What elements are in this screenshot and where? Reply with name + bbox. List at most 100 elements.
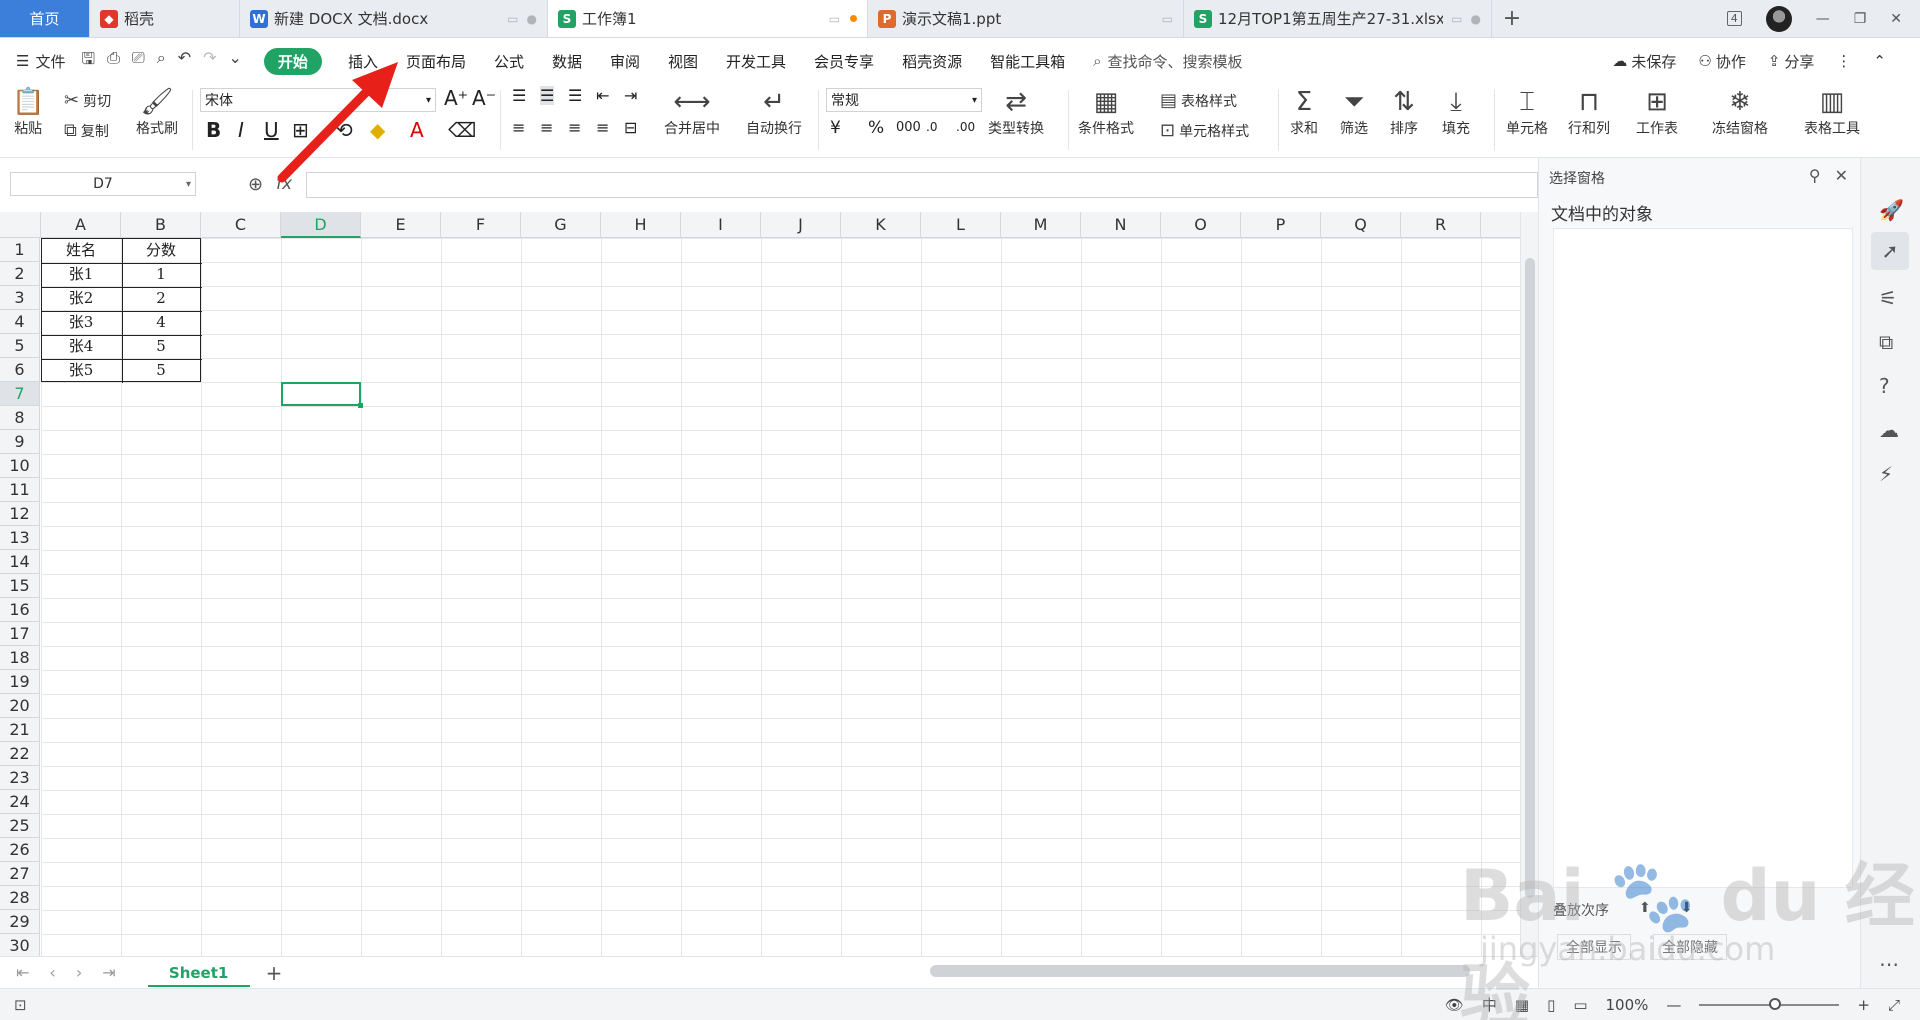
row-header-17[interactable]: 17 <box>0 622 40 646</box>
export-pdf-icon[interactable]: ⎙ <box>107 48 120 75</box>
collapse-ribbon-icon[interactable]: ⌃ <box>1873 52 1886 70</box>
justify-icon[interactable]: ≡ <box>596 118 609 137</box>
paste-button[interactable]: 📋 粘贴 <box>12 88 44 138</box>
tab-daoke[interactable]: ◆ 稻壳 <box>90 0 240 37</box>
column-header-p[interactable]: P <box>1241 212 1321 238</box>
italic-icon[interactable]: I <box>238 118 244 142</box>
scroll-thumb[interactable] <box>1525 258 1535 898</box>
wrap-text-button[interactable]: ↵ 自动换行 <box>746 88 802 138</box>
table-header-cell[interactable]: 分数 <box>121 238 201 262</box>
font-shrink-icon[interactable]: A⁻ <box>472 86 496 110</box>
active-cell-d7[interactable] <box>281 382 363 408</box>
tab-docx[interactable]: W 新建 DOCX 文档.docx ▭ ● <box>240 0 548 37</box>
row-header-29[interactable]: 29 <box>0 910 40 934</box>
tab-view[interactable]: 视图 <box>668 51 698 72</box>
row-header-1[interactable]: 1 <box>0 238 40 262</box>
cell-button[interactable]: ⌶ 单元格 <box>1506 88 1548 138</box>
column-header-b[interactable]: B <box>121 212 201 238</box>
select-all-corner[interactable] <box>0 212 41 238</box>
row-col-button[interactable]: ⊓ 行和列 <box>1568 88 1610 138</box>
increase-indent-icon[interactable]: ⇥ <box>624 86 637 105</box>
merge-center-button[interactable]: ⟷ 合并居中 <box>664 88 720 138</box>
percent-icon[interactable]: % <box>868 118 884 138</box>
redo-icon[interactable]: ↷ <box>203 48 216 75</box>
row-header-22[interactable]: 22 <box>0 742 40 766</box>
next-sheet-icon[interactable]: › <box>76 963 82 982</box>
align-top-icon[interactable]: ☰ <box>512 86 526 105</box>
file-menu-button[interactable]: ☰ 文件 <box>16 51 65 72</box>
row-header-18[interactable]: 18 <box>0 646 40 670</box>
unsaved-button[interactable]: ☁ 未保存 <box>1612 51 1676 72</box>
tab-smart-toolbox[interactable]: 智能工具箱 <box>990 51 1065 72</box>
column-header-o[interactable]: O <box>1161 212 1241 238</box>
float-icon[interactable]: ▭ <box>507 12 518 26</box>
row-header-13[interactable]: 13 <box>0 526 40 550</box>
align-left-icon[interactable]: ≡ <box>512 118 525 137</box>
row-header-30[interactable]: 30 <box>0 934 40 956</box>
column-header-k[interactable]: K <box>841 212 921 238</box>
column-header-e[interactable]: E <box>361 212 441 238</box>
print-preview-icon[interactable]: ⌕ <box>157 48 166 75</box>
restore-icon[interactable]: ❐ <box>1854 11 1867 27</box>
close-window-icon[interactable]: ✕ <box>1890 11 1902 27</box>
save-icon[interactable]: 🖫 <box>81 48 95 75</box>
backup-icon[interactable]: ☁ <box>1879 418 1899 442</box>
font-grow-icon[interactable]: A⁺ <box>444 86 468 110</box>
font-name-select[interactable]: 宋体 ▾ <box>200 88 436 112</box>
tab-home[interactable]: 首页 <box>0 0 90 37</box>
row-header-2[interactable]: 2 <box>0 262 40 286</box>
row-header-7[interactable]: 7 <box>0 382 40 406</box>
row-header-10[interactable]: 10 <box>0 454 40 478</box>
print-icon[interactable]: ⎚ <box>132 48 145 75</box>
tab-insert[interactable]: 插入 <box>348 51 378 72</box>
command-search[interactable]: ⌕ 查找命令、搜索模板 <box>1093 51 1242 72</box>
prev-sheet-icon[interactable]: ‹ <box>49 963 55 982</box>
row-header-24[interactable]: 24 <box>0 790 40 814</box>
thousands-icon[interactable]: 000 <box>896 120 921 135</box>
format-painter-button[interactable]: 🖌 格式刷 <box>136 88 178 138</box>
fill-color-icon[interactable]: ◆ <box>370 118 385 142</box>
row-header-3[interactable]: 3 <box>0 286 40 310</box>
table-cell[interactable]: 张2 <box>41 286 121 310</box>
tab-xlsx[interactable]: S 12月TOP1第五周生产27-31.xlsx ▭ ● <box>1184 0 1492 37</box>
cell-style-button[interactable]: ⊡ 单元格样式 <box>1160 120 1249 141</box>
lightning-icon[interactable]: ⚡ <box>1879 462 1893 486</box>
number-format-select[interactable]: 常规 ▾ <box>826 88 982 112</box>
column-header-i[interactable]: I <box>681 212 761 238</box>
table-cell[interactable]: 4 <box>121 310 201 334</box>
table-cell[interactable]: 2 <box>121 286 201 310</box>
row-header-6[interactable]: 6 <box>0 358 40 382</box>
avatar[interactable] <box>1765 5 1792 32</box>
underline-icon[interactable]: U <box>264 118 279 142</box>
add-sheet-button[interactable]: + <box>266 961 283 985</box>
formula-input[interactable] <box>306 172 1538 198</box>
first-sheet-icon[interactable]: ⇤ <box>16 963 29 982</box>
rocket-icon[interactable]: 🚀 <box>1879 198 1904 222</box>
row-header-11[interactable]: 11 <box>0 478 40 502</box>
table-cell[interactable]: 张1 <box>41 262 121 286</box>
table-cell[interactable]: 张5 <box>41 358 121 382</box>
conditional-format-button[interactable]: ▦ 条件格式 <box>1078 88 1134 138</box>
tab-developer[interactable]: 开发工具 <box>726 51 786 72</box>
tab-start[interactable]: 开始 <box>263 47 322 75</box>
name-box[interactable]: D7 ▾ <box>10 172 196 196</box>
column-header-m[interactable]: M <box>1001 212 1081 238</box>
column-header-j[interactable]: J <box>761 212 841 238</box>
table-cell[interactable]: 1 <box>121 262 201 286</box>
copy-button[interactable]: ⧉ 复制 <box>64 120 109 141</box>
bold-icon[interactable]: B <box>206 118 221 142</box>
align-right-icon[interactable]: ≡ <box>568 118 581 137</box>
tab-daoke-resources[interactable]: 稻壳资源 <box>902 51 962 72</box>
table-style-button[interactable]: ▤ 表格样式 <box>1160 90 1237 111</box>
row-header-26[interactable]: 26 <box>0 838 40 862</box>
column-header-q[interactable]: Q <box>1321 212 1401 238</box>
align-middle-icon[interactable]: ☰ <box>540 86 555 105</box>
row-header-15[interactable]: 15 <box>0 574 40 598</box>
row-header-19[interactable]: 19 <box>0 670 40 694</box>
row-header-14[interactable]: 14 <box>0 550 40 574</box>
row-header-16[interactable]: 16 <box>0 598 40 622</box>
collab-button[interactable]: ⚇ 协作 <box>1698 51 1745 72</box>
close-icon[interactable]: ✕ <box>1835 166 1848 185</box>
new-tab-button[interactable]: + <box>1492 0 1532 37</box>
row-header-21[interactable]: 21 <box>0 718 40 742</box>
